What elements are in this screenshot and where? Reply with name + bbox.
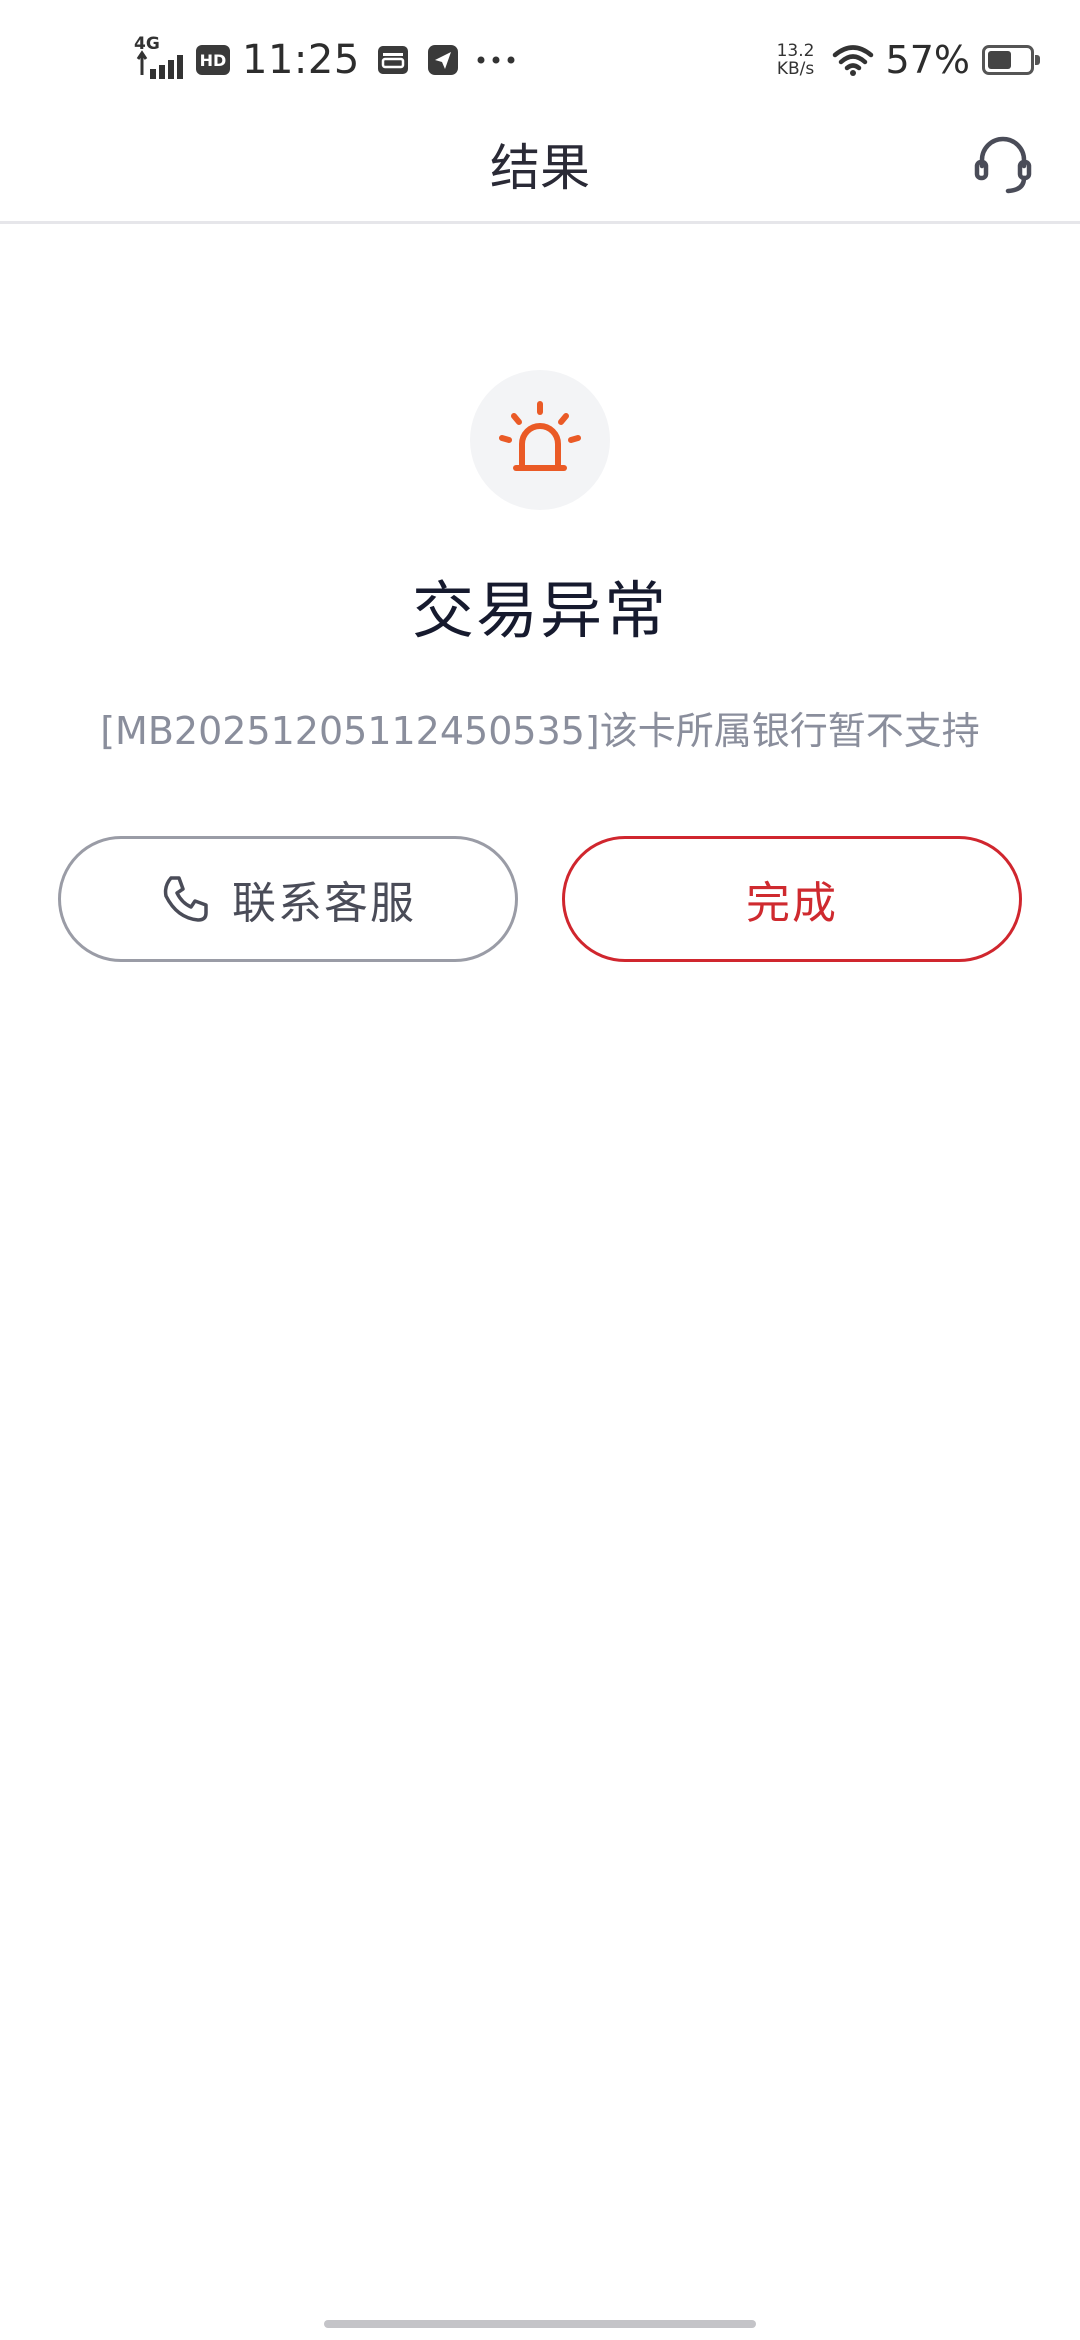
hd-icon: HD — [196, 45, 230, 75]
status-bar-left: 4G HD 11:25 — [132, 30, 516, 90]
signal-icon: 4G — [132, 35, 190, 85]
alarm-icon — [499, 401, 581, 471]
customer-service-button[interactable] — [968, 130, 1038, 200]
result-screen: 4G HD 11:25 13.2 KB/s 57% 结果 交易异常 [MB202… — [0, 0, 1080, 2340]
network-speed: 13.2 KB/s — [772, 42, 820, 78]
status-time: 11:25 — [242, 37, 360, 83]
page-title: 结果 — [490, 139, 590, 197]
battery-icon — [982, 45, 1040, 75]
phone-icon — [160, 874, 210, 924]
alarm-icon-container — [470, 370, 610, 510]
result-title: 交易异常 — [411, 574, 668, 647]
contact-service-button[interactable]: 联系客服 — [58, 836, 518, 962]
more-icon — [476, 55, 516, 65]
battery-percent: 57% — [885, 38, 970, 82]
wallet-icon — [376, 43, 410, 77]
network-speed-unit: KB/s — [776, 59, 815, 79]
headset-icon — [974, 136, 1032, 194]
send-icon — [426, 43, 460, 77]
done-label: 完成 — [746, 878, 838, 929]
contact-service-label: 联系客服 — [232, 878, 416, 929]
network-speed-value: 13.2 — [776, 41, 815, 61]
nav-bar: 结果 — [0, 110, 1080, 224]
home-indicator[interactable] — [324, 2320, 756, 2328]
done-button[interactable]: 完成 — [562, 836, 1022, 962]
wifi-icon — [832, 43, 874, 77]
status-bar-right: 13.2 KB/s 57% — [772, 30, 1040, 90]
result-message: [MB20251205112450535]该卡所属银行暂不支持 — [100, 709, 980, 753]
status-bar: 4G HD 11:25 13.2 KB/s 57% — [0, 0, 1080, 110]
